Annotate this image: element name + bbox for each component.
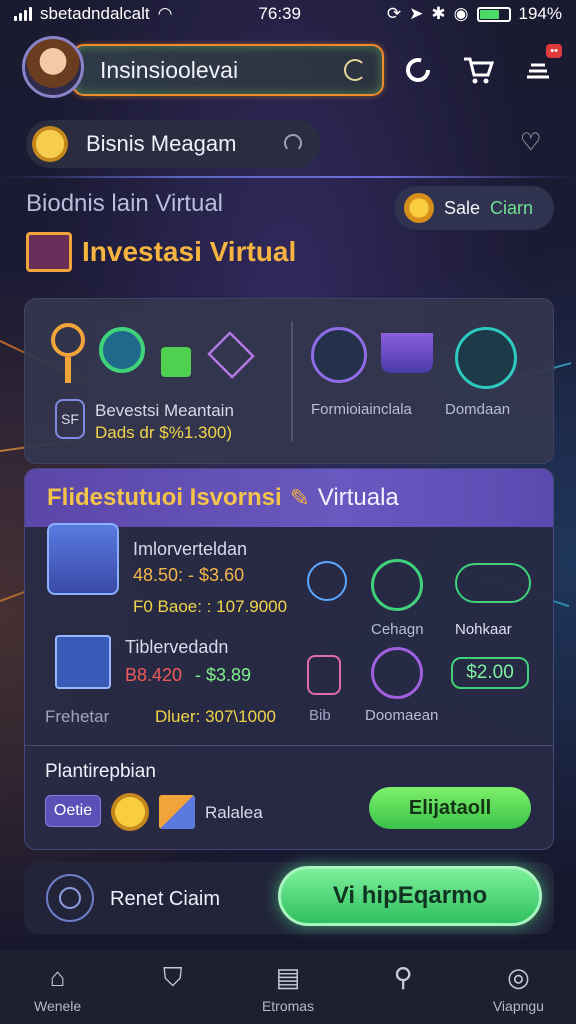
footer-label: Ralalea xyxy=(205,803,263,822)
user-icon: ◎ xyxy=(507,962,530,992)
investment-card: SF Bevestsi Meantain Dads dr $%1.300) Fo… xyxy=(24,298,554,464)
card2-divider xyxy=(25,745,553,746)
footer-title: Plantirepbian xyxy=(45,761,156,782)
laptop-chart-icon xyxy=(55,635,111,689)
card1-line2: Dads dr $%1.300) xyxy=(95,423,233,442)
card2-title: Flidestutuoi Isvornsi xyxy=(47,484,282,511)
home-icon: ⌂ xyxy=(49,962,66,992)
primary-action-button[interactable]: Vi hipEqarmo xyxy=(278,866,542,926)
search-icon[interactable] xyxy=(46,874,94,922)
card1-line1: Bevestsi Meantain xyxy=(95,401,234,420)
clock: 76:39 xyxy=(258,4,301,23)
bottom-nav: ⌂ Wenele ⛉ ▤ Etromas ⚲ ◎ Viapngu xyxy=(0,950,576,1024)
claim-label: Ciarn xyxy=(490,197,534,218)
refresh-circle-icon xyxy=(406,58,430,82)
notification-badge: •• xyxy=(546,44,562,58)
search-icon: ⚲ xyxy=(393,962,413,992)
shield-icon: ⛉ xyxy=(163,962,183,992)
separator xyxy=(291,321,293,441)
document-icon: ▤ xyxy=(275,962,301,992)
battery-percent: 194% xyxy=(518,4,562,23)
nav-home[interactable]: ⌂ Wenele xyxy=(0,950,115,1024)
card2-header: Flidestutuoi Isvornsi ✎ Virtuala xyxy=(25,469,553,527)
nav-label: Etromas xyxy=(261,998,315,1014)
business-selector[interactable]: Bisnis Meagam xyxy=(26,120,320,168)
coin-icon xyxy=(32,126,68,162)
no-leaf-icon[interactable] xyxy=(455,327,517,389)
row2-title: Tiblervedadn xyxy=(125,637,229,657)
search-bar[interactable]: Insinsioolevai xyxy=(72,44,384,96)
nav-profile[interactable]: ◎ Viapngu xyxy=(461,950,576,1024)
nav-label: Wenele xyxy=(33,998,82,1014)
section-title: Investasi Virtual xyxy=(26,232,296,272)
row1-range: 48.50: - $3.60 xyxy=(133,565,245,585)
nav-document[interactable]: ▤ Etromas xyxy=(230,950,345,1024)
row2-range-red: B8.420 xyxy=(125,665,183,685)
pencil-icon: ✎ xyxy=(289,484,310,512)
claim-button[interactable]: Elijataoll xyxy=(369,787,531,829)
row1-title: Imlorverteldan xyxy=(133,539,248,559)
bottom-mid-label-1: Bib xyxy=(309,707,331,724)
bottom-label: Renet Ciaim xyxy=(110,888,221,910)
sale-label: Sale xyxy=(444,197,481,218)
subtitle: Biodnis lain Virtual xyxy=(26,190,224,217)
row2-left-label: Frehetar xyxy=(45,707,110,726)
cart-icon xyxy=(464,57,494,84)
compass-icon[interactable] xyxy=(307,561,347,601)
sale-claim-button[interactable]: Sale Ciarn xyxy=(394,186,554,230)
lock-icon[interactable] xyxy=(307,655,341,695)
refresh-icon[interactable] xyxy=(344,59,366,81)
tag-icon[interactable] xyxy=(371,647,423,699)
chart-icon xyxy=(26,232,72,272)
wallet-icon: SF xyxy=(55,399,85,439)
tablet-chart-icon xyxy=(47,523,119,595)
heart-icon[interactable]: ♡ xyxy=(520,128,542,157)
location-icon: ➤ xyxy=(409,4,424,23)
row2-detail: Dluer: 307\1000 xyxy=(155,707,276,726)
nav-shield[interactable]: ⛉ xyxy=(115,950,230,1024)
wifi-icon: ◠ xyxy=(157,4,173,23)
row1-detail: F0 Baoe: : 107.9000 xyxy=(133,597,288,616)
basket-icon[interactable] xyxy=(207,331,255,379)
notifications-button[interactable]: •• xyxy=(520,44,562,88)
search-text: Insinsioolevai xyxy=(100,56,239,83)
boxes-icon xyxy=(159,795,195,829)
coin-icon xyxy=(111,793,149,831)
signal-icon xyxy=(14,7,32,21)
rocket-icon[interactable] xyxy=(371,559,423,611)
price-pill[interactable]: $2.00 xyxy=(451,657,529,689)
lightbulb-icon xyxy=(51,323,85,357)
plant-bowl-icon[interactable] xyxy=(381,333,433,373)
card1-right-label1: Formioiainclala xyxy=(311,401,412,418)
carrier-label: sbetadndalcalt xyxy=(40,4,150,23)
toggle-icon[interactable] xyxy=(455,563,531,603)
card1-right-label2: Domdaan xyxy=(445,401,511,418)
section-title-text: Investasi Virtual xyxy=(82,236,297,267)
avatar[interactable] xyxy=(22,36,84,98)
inbox-icon xyxy=(527,63,549,79)
status-bar: sbetadndalcalt ◠ 76:39 ⟳ ➤ ✱ ◉ 194% xyxy=(0,0,576,28)
bottom-mid-label-2: Doomaean xyxy=(365,707,439,724)
gear-icon xyxy=(404,193,434,223)
bluetooth-icon: ✱ xyxy=(431,4,446,23)
alarm-icon: ◉ xyxy=(453,4,469,23)
search-small-icon[interactable] xyxy=(284,134,302,152)
status-chip[interactable]: Oetie xyxy=(45,795,101,827)
sync-button[interactable] xyxy=(400,52,436,88)
plant-pot-icon[interactable] xyxy=(161,347,191,377)
mid-label-1: Cehagn xyxy=(371,621,424,638)
business-label: Bisnis Meagam xyxy=(86,131,237,156)
mid-label-2: Nohkaar xyxy=(455,621,512,638)
row2-range-green: - $3.89 xyxy=(195,665,252,685)
card2-title-suffix: Virtuala xyxy=(317,484,399,511)
battery-icon xyxy=(476,6,511,22)
clock-icon[interactable] xyxy=(99,327,145,373)
sync-icon: ⟳ xyxy=(386,4,402,23)
virtual-investment-card: Flidestutuoi Isvornsi ✎ Virtuala Imlorve… xyxy=(24,468,554,850)
cart-button[interactable] xyxy=(460,52,496,88)
nav-search[interactable]: ⚲ xyxy=(346,950,461,1024)
analytics-icon[interactable] xyxy=(311,327,367,383)
nav-label: Viapngu xyxy=(492,998,544,1014)
divider xyxy=(0,176,576,178)
